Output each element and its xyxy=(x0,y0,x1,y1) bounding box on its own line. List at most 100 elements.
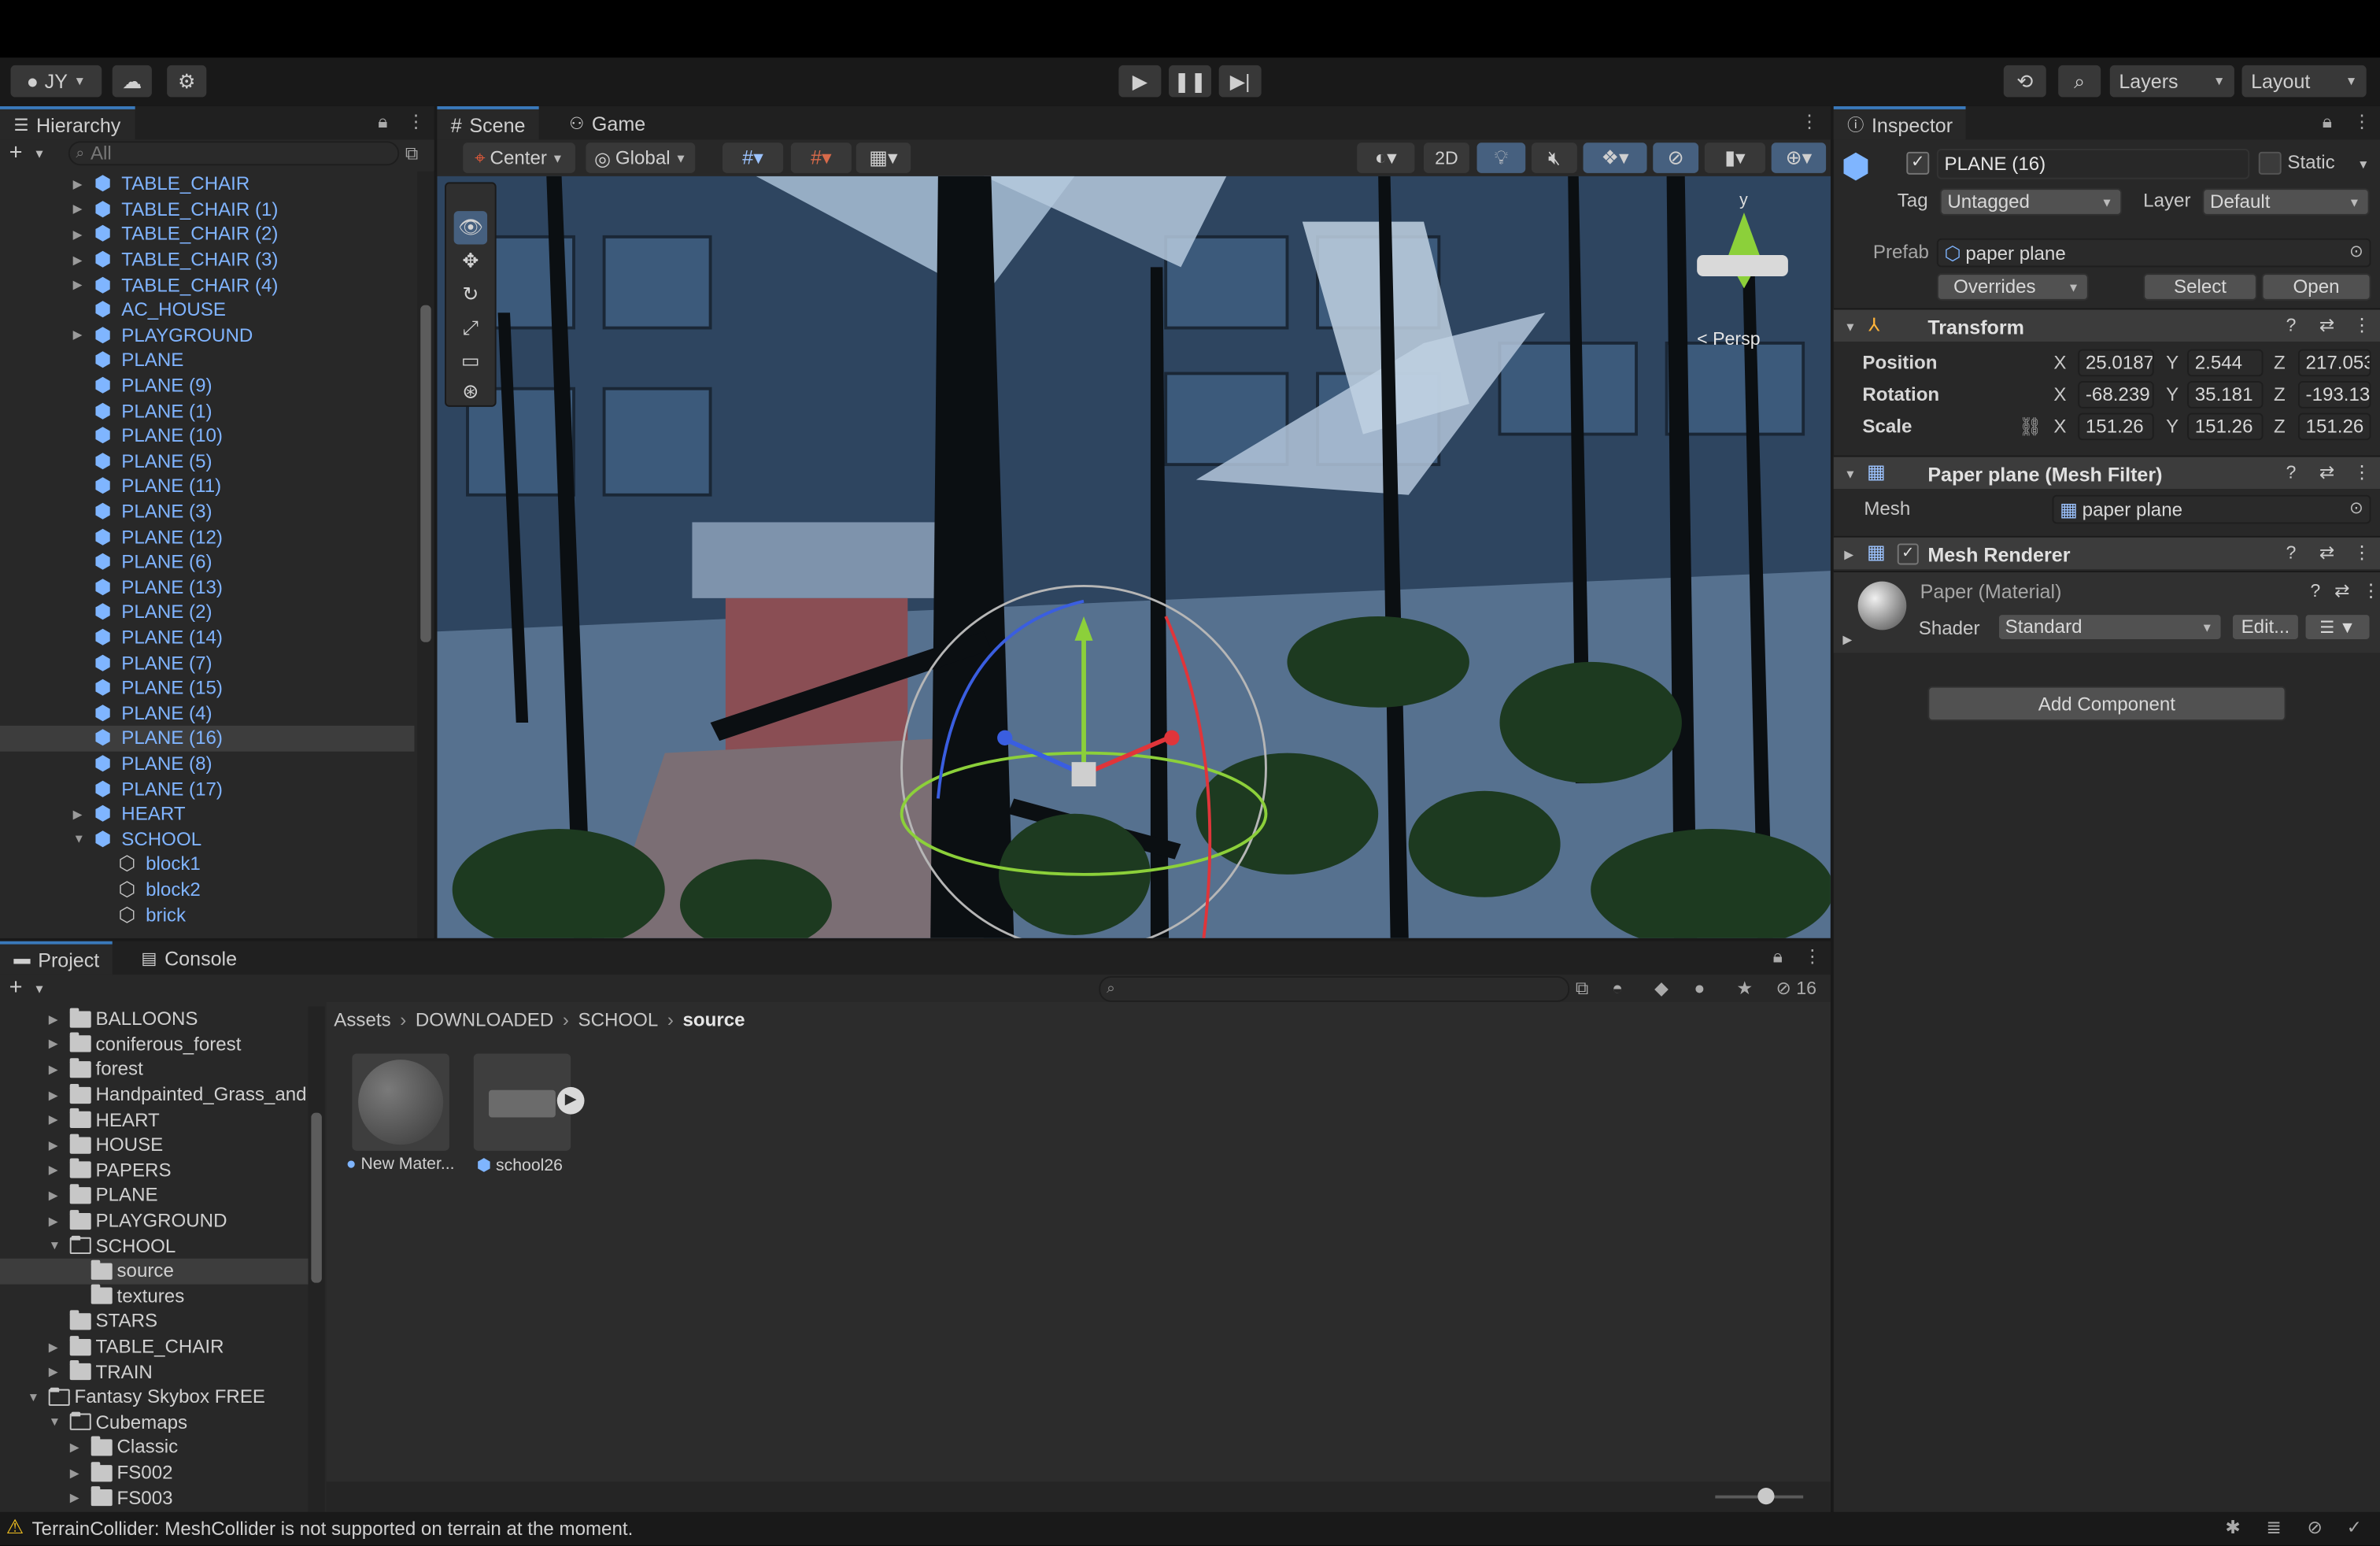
chevron-right-icon[interactable]: ▶ xyxy=(49,1214,58,1227)
hierarchy-item[interactable]: ⬢ PLANE (1) xyxy=(0,398,415,423)
transform-tool-icon[interactable]: ⊛ xyxy=(454,375,487,408)
tab-scene[interactable]: # Scene xyxy=(437,106,539,140)
folder-item[interactable]: STARS xyxy=(0,1309,309,1334)
hierarchy-item[interactable]: ▶ ⬢ TABLE_CHAIR (2) xyxy=(0,222,415,247)
view-tool-icon[interactable]: 👁︎ xyxy=(453,211,488,245)
audio-toggle-button[interactable]: 🔇︎ xyxy=(1531,142,1577,173)
hierarchy-item[interactable]: ▶ ⬢ TABLE_CHAIR (3) xyxy=(0,247,415,272)
asset-tile-model[interactable] xyxy=(473,1053,571,1151)
grid-snap-button[interactable]: #▾ xyxy=(722,142,784,173)
chevron-right-icon[interactable]: ▶ xyxy=(70,1441,79,1454)
project-tree-scrollbar[interactable] xyxy=(308,1006,325,1512)
chevron-down-icon[interactable]: ▼ xyxy=(33,147,45,161)
breadcrumb-item[interactable]: Assets xyxy=(334,1010,390,1031)
folder-item[interactable]: ▼ Cubemaps xyxy=(0,1410,309,1435)
chevron-right-icon[interactable]: ▶ xyxy=(73,227,83,241)
hierarchy-item[interactable]: ⬢ PLANE (14) xyxy=(0,625,415,650)
play-button[interactable]: ▶ xyxy=(1118,65,1162,98)
transform-x-field[interactable]: 151.26 xyxy=(2078,412,2154,441)
folder-item[interactable]: ▶ BALLOONS xyxy=(0,1007,309,1032)
search-by-type-icon[interactable]: ⧉ xyxy=(1576,978,1589,1000)
increment-snap-button[interactable]: #▾ xyxy=(790,142,852,173)
camera-settings-button[interactable]: ▮▾ xyxy=(1704,142,1765,173)
gizmos-button[interactable]: ⊕▾ xyxy=(1771,142,1827,173)
chevron-down-icon[interactable]: ▼ xyxy=(73,833,85,846)
grid-toggle-button[interactable]: ▦▾ xyxy=(856,142,911,173)
chevron-right-icon[interactable]: ▶ xyxy=(49,1189,58,1202)
add-component-button[interactable]: Add Component xyxy=(1927,686,2286,722)
hidden-packages-icon[interactable]: ⊘ 16 xyxy=(1776,978,1816,999)
check-icon[interactable]: ✓ xyxy=(2347,1517,2362,1538)
tab-inspector[interactable]: ⓘ Inspector xyxy=(1833,106,1967,140)
chevron-right-icon[interactable]: ▶ xyxy=(70,1466,79,1479)
scale-tool-icon[interactable]: ⤢ xyxy=(454,311,487,344)
more-menu-icon[interactable]: ⋮ xyxy=(2352,111,2371,132)
chevron-right-icon[interactable]: ▶ xyxy=(49,1365,58,1378)
scrollbar-thumb[interactable] xyxy=(311,1112,322,1283)
hierarchy-item[interactable]: ⬢ PLANE (10) xyxy=(0,423,415,449)
more-menu-icon[interactable]: ⋮ xyxy=(1800,111,1818,132)
hierarchy-item[interactable]: ⬢ PLANE (16) xyxy=(0,726,415,752)
lighting-toggle-button[interactable]: 💡︎ xyxy=(1476,142,1526,173)
mesh-renderer-enabled-checkbox[interactable]: ✓ xyxy=(1897,543,1919,565)
transform-y-field[interactable]: 35.181 xyxy=(2187,381,2264,409)
warning-filter-icon[interactable]: ● xyxy=(1694,978,1705,999)
folder-item[interactable]: ▶ TRAIN xyxy=(0,1359,309,1385)
object-name-field[interactable]: PLANE (16) xyxy=(1936,149,2250,179)
pivot-dropdown[interactable]: ⌖ Center ▼ xyxy=(463,142,575,173)
chevron-right-icon[interactable]: ▶ xyxy=(49,1340,58,1353)
presets-icon[interactable]: ⇄ xyxy=(2334,580,2349,601)
scene-viewport[interactable]: 👁︎ ✥ ↻ ⤢ ▭ ⊛ y < Persp xyxy=(437,176,1831,938)
chevron-right-icon[interactable]: ▶ xyxy=(1842,633,1852,646)
hierarchy-item[interactable]: ▶ ⬢ HEART xyxy=(0,801,415,827)
stack-icon[interactable]: ≣ xyxy=(2266,1517,2281,1538)
folder-item[interactable]: ▶ Handpainted_Grass_and xyxy=(0,1082,309,1108)
orientation-gizmo[interactable]: y < Persp xyxy=(1669,185,1821,350)
open-button[interactable]: Open xyxy=(2261,273,2371,301)
hierarchy-item[interactable]: ⬢ PLANE (12) xyxy=(0,524,415,549)
chevron-down-icon[interactable]: ▼ xyxy=(49,1415,61,1429)
transform-y-field[interactable]: 151.26 xyxy=(2187,412,2264,441)
more-menu-icon[interactable]: ⋮ xyxy=(2352,314,2371,335)
prefab-field[interactable]: ⬡ paper plane ⊙ xyxy=(1936,238,2371,268)
transform-z-field[interactable]: -193.13 xyxy=(2297,381,2371,409)
more-menu-icon[interactable]: ⋮ xyxy=(1803,946,1821,967)
add-icon[interactable]: + xyxy=(9,139,23,165)
transform-z-field[interactable]: 151.26 xyxy=(2297,412,2371,441)
asset-label-model[interactable]: ⬢ school26 xyxy=(477,1156,563,1175)
filter-by-label-icon[interactable]: ◆ xyxy=(1654,978,1669,999)
step-button[interactable]: ▶| xyxy=(1218,65,1262,98)
folder-item[interactable]: ▶ Classic xyxy=(0,1435,309,1460)
folder-item[interactable]: ▶ FS002 xyxy=(0,1460,309,1485)
help-icon[interactable]: ? xyxy=(2286,461,2296,483)
select-button[interactable]: Select xyxy=(2143,273,2257,301)
effects-toggle-button[interactable]: ❖▾ xyxy=(1583,142,1647,173)
folder-item[interactable]: textures xyxy=(0,1284,309,1309)
hierarchy-item[interactable]: ⬢ PLANE (6) xyxy=(0,549,415,575)
move-tool-icon[interactable]: ✥ xyxy=(454,245,487,278)
layout-dropdown[interactable]: Layout ▼ xyxy=(2241,65,2367,98)
chevron-right-icon[interactable]: ▶ xyxy=(73,202,83,216)
zoom-slider-thumb[interactable] xyxy=(1757,1488,1775,1505)
hierarchy-item[interactable]: ▶ ⬢ PLAYGROUND xyxy=(0,323,415,348)
presets-icon[interactable]: ⇄ xyxy=(2319,542,2334,564)
chevron-down-icon[interactable]: ▼ xyxy=(33,982,45,996)
folder-item[interactable]: ▶ PLAYGROUND xyxy=(0,1208,309,1233)
lock-icon[interactable]: 🔒︎ xyxy=(1773,946,1783,969)
constrain-proportions-icon[interactable]: ⛓ xyxy=(2019,416,2042,437)
progress-icon[interactable]: ⊘ xyxy=(2307,1517,2322,1538)
help-icon[interactable]: ? xyxy=(2286,542,2296,564)
mesh-field[interactable]: ▦ paper plane ⊙ xyxy=(2052,494,2371,524)
transform-x-field[interactable]: 25.0187 xyxy=(2078,349,2154,377)
more-menu-icon[interactable]: ⋮ xyxy=(2352,542,2371,564)
chevron-right-icon[interactable]: ▶ xyxy=(49,1063,58,1076)
chevron-down-icon[interactable]: ▼ xyxy=(49,1239,61,1252)
more-menu-icon[interactable]: ⋮ xyxy=(2352,461,2371,483)
rect-tool-icon[interactable]: ▭ xyxy=(454,345,487,378)
folder-item[interactable]: ▶ forest xyxy=(0,1057,309,1082)
chevron-right-icon[interactable]: ▶ xyxy=(70,1491,79,1504)
chevron-right-icon[interactable]: ▶ xyxy=(73,808,83,821)
favorites-star-icon[interactable]: ★ xyxy=(1736,978,1753,999)
layers-dropdown[interactable]: Layers ▼ xyxy=(2109,65,2234,98)
folder-item[interactable]: source xyxy=(0,1258,309,1284)
